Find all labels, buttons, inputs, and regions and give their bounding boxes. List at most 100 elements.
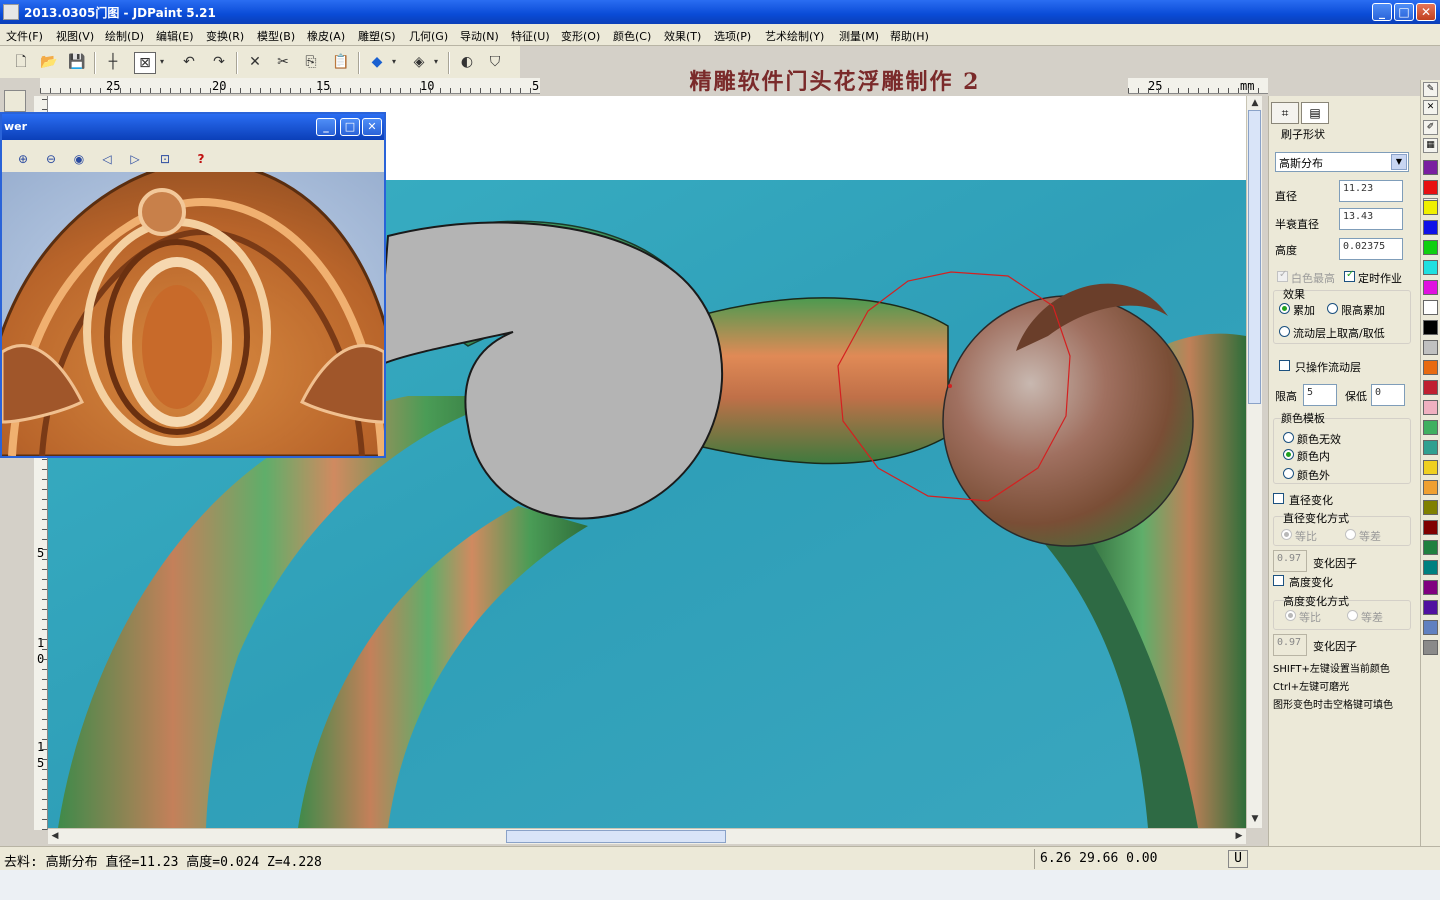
help-icon[interactable]: ? bbox=[192, 150, 210, 168]
save-icon[interactable]: 💾 bbox=[66, 52, 88, 74]
view-cube-icon[interactable]: ◈ bbox=[408, 52, 430, 74]
color-swatch[interactable] bbox=[1423, 260, 1438, 275]
accumulate-radio[interactable] bbox=[1279, 303, 1290, 314]
maximize-button[interactable]: □ bbox=[1394, 3, 1414, 21]
color-swatch[interactable] bbox=[1423, 320, 1438, 335]
dropdown-arrow-icon[interactable]: ▾ bbox=[430, 52, 442, 74]
brush-shape-select[interactable]: 高斯分布 ▼ bbox=[1275, 152, 1409, 172]
rotate-right-icon[interactable]: ▷ bbox=[126, 150, 144, 168]
viewer-minimize-button[interactable]: _ bbox=[316, 118, 336, 136]
horizontal-scroll-thumb[interactable] bbox=[506, 830, 726, 843]
cross-tool-icon[interactable]: ✕ bbox=[1423, 100, 1438, 115]
menu-art-draw[interactable]: 艺术绘制(Y) bbox=[765, 28, 824, 44]
color-swatch[interactable] bbox=[1423, 380, 1438, 395]
height-factor-input[interactable]: 0.97 bbox=[1273, 634, 1307, 656]
panel-tab-settings[interactable]: ▤ bbox=[1301, 102, 1329, 124]
horizontal-scrollbar[interactable]: ◀ ▶ bbox=[48, 828, 1246, 844]
eye-icon[interactable]: ◉ bbox=[70, 150, 88, 168]
diameter-change-checkbox[interactable] bbox=[1273, 493, 1284, 504]
diameter-factor-input[interactable]: 0.97 bbox=[1273, 550, 1307, 572]
vertical-scrollbar[interactable]: ▲ ▼ bbox=[1246, 96, 1262, 828]
shield-icon[interactable]: ⛉ bbox=[484, 52, 506, 74]
color-swatch[interactable] bbox=[1423, 620, 1438, 635]
color-swatch[interactable] bbox=[1423, 440, 1438, 455]
brush-icon[interactable]: ✐ bbox=[1423, 120, 1438, 135]
menu-guide[interactable]: 导动(N) bbox=[460, 28, 499, 44]
half-decay-input[interactable]: 13.43 bbox=[1339, 208, 1403, 230]
limit-high-input[interactable]: 5 bbox=[1303, 384, 1337, 406]
menu-feature[interactable]: 特征(U) bbox=[511, 28, 550, 44]
color-outside-radio[interactable] bbox=[1283, 468, 1294, 479]
menu-deform[interactable]: 变形(O) bbox=[561, 28, 600, 44]
keep-low-input[interactable]: 0 bbox=[1371, 384, 1405, 406]
color-swatch[interactable] bbox=[1423, 500, 1438, 515]
reference-viewer-window[interactable]: wer _ □ ✕ ⊕ ⊖ ◉ ◁ ▷ ⊡ ? bbox=[0, 112, 386, 458]
color-none-radio[interactable] bbox=[1283, 432, 1294, 443]
shade-icon[interactable]: ◐ bbox=[456, 52, 478, 74]
color-swatch[interactable] bbox=[1423, 420, 1438, 435]
panel-tab-nodes[interactable]: ⌗ bbox=[1271, 102, 1299, 124]
white-max-checkbox[interactable] bbox=[1277, 269, 1288, 282]
menu-eraser[interactable]: 橡皮(A) bbox=[307, 28, 345, 44]
color-swatch[interactable] bbox=[1423, 300, 1438, 315]
color-swatch[interactable] bbox=[1423, 280, 1438, 295]
viewer-title-bar[interactable]: wer _ □ ✕ bbox=[2, 114, 384, 140]
delete-icon[interactable]: ✕ bbox=[244, 52, 266, 74]
diameter-ratio-radio[interactable] bbox=[1281, 529, 1292, 540]
color-swatch[interactable] bbox=[1423, 240, 1438, 255]
color-swatch[interactable] bbox=[1423, 200, 1438, 215]
paste-icon[interactable]: 📋 bbox=[330, 52, 352, 74]
timed-checkbox[interactable] bbox=[1344, 269, 1355, 282]
fill-pattern-icon[interactable]: ▦ bbox=[1423, 138, 1438, 153]
color-swatch[interactable] bbox=[1423, 360, 1438, 375]
menu-options[interactable]: 选项(P) bbox=[714, 28, 751, 44]
close-button[interactable]: ✕ bbox=[1416, 3, 1436, 21]
color-swatch[interactable] bbox=[1423, 520, 1438, 535]
scroll-right-icon[interactable]: ▶ bbox=[1232, 829, 1246, 843]
menu-measure[interactable]: 测量(M) bbox=[839, 28, 879, 44]
menu-model[interactable]: 模型(B) bbox=[257, 28, 295, 44]
menu-view[interactable]: 视图(V) bbox=[56, 28, 94, 44]
crosshair-icon[interactable]: ┼ bbox=[102, 52, 124, 74]
ruler-corner-icon[interactable] bbox=[4, 90, 26, 112]
menu-color[interactable]: 颜色(C) bbox=[613, 28, 651, 44]
height-ratio-radio[interactable] bbox=[1285, 610, 1296, 621]
new-file-icon[interactable]: 🗋 bbox=[10, 52, 32, 74]
menu-help[interactable]: 帮助(H) bbox=[890, 28, 929, 44]
diameter-input[interactable]: 11.23 bbox=[1339, 180, 1403, 202]
viewer-close-button[interactable]: ✕ bbox=[362, 118, 382, 136]
color-swatch[interactable] bbox=[1423, 580, 1438, 595]
height-change-checkbox[interactable] bbox=[1273, 575, 1284, 586]
zoom-in-icon[interactable]: ⊕ bbox=[14, 150, 32, 168]
status-unit-button[interactable]: U bbox=[1228, 850, 1248, 868]
color-swatch[interactable] bbox=[1423, 600, 1438, 615]
menu-transform[interactable]: 变换(R) bbox=[206, 28, 244, 44]
rotate-left-icon[interactable]: ◁ bbox=[98, 150, 116, 168]
zoom-fit-icon[interactable]: ⊡ bbox=[156, 150, 174, 168]
menu-draw[interactable]: 绘制(D) bbox=[105, 28, 144, 44]
viewer-maximize-button[interactable]: □ bbox=[340, 118, 360, 136]
menu-effect[interactable]: 效果(T) bbox=[664, 28, 701, 44]
scroll-up-icon[interactable]: ▲ bbox=[1248, 96, 1262, 110]
only-flow-checkbox[interactable] bbox=[1279, 360, 1290, 371]
color-swatch[interactable] bbox=[1423, 180, 1438, 195]
cut-icon[interactable]: ✂ bbox=[272, 52, 294, 74]
vertical-scroll-thumb[interactable] bbox=[1248, 110, 1261, 404]
height-equal-diff-radio[interactable] bbox=[1347, 610, 1358, 621]
color-swatch[interactable] bbox=[1423, 480, 1438, 495]
color-swatch[interactable] bbox=[1423, 400, 1438, 415]
color-swatch[interactable] bbox=[1423, 560, 1438, 575]
color-inside-radio[interactable] bbox=[1283, 449, 1294, 460]
pencil-icon[interactable]: ✎ bbox=[1423, 82, 1438, 97]
color-swatch[interactable] bbox=[1423, 340, 1438, 355]
copy-icon[interactable]: ⎘ bbox=[300, 52, 322, 74]
limit-accumulate-radio[interactable] bbox=[1327, 303, 1338, 314]
menu-edit[interactable]: 编辑(E) bbox=[156, 28, 194, 44]
zoom-out-icon[interactable]: ⊖ bbox=[42, 150, 60, 168]
color-swatch[interactable] bbox=[1423, 540, 1438, 555]
chevron-down-icon[interactable]: ▼ bbox=[1391, 154, 1407, 170]
menu-file[interactable]: 文件(F) bbox=[6, 28, 43, 44]
scroll-left-icon[interactable]: ◀ bbox=[48, 829, 62, 843]
flow-layer-radio[interactable] bbox=[1279, 326, 1290, 337]
menu-geometry[interactable]: 几何(G) bbox=[409, 28, 448, 44]
